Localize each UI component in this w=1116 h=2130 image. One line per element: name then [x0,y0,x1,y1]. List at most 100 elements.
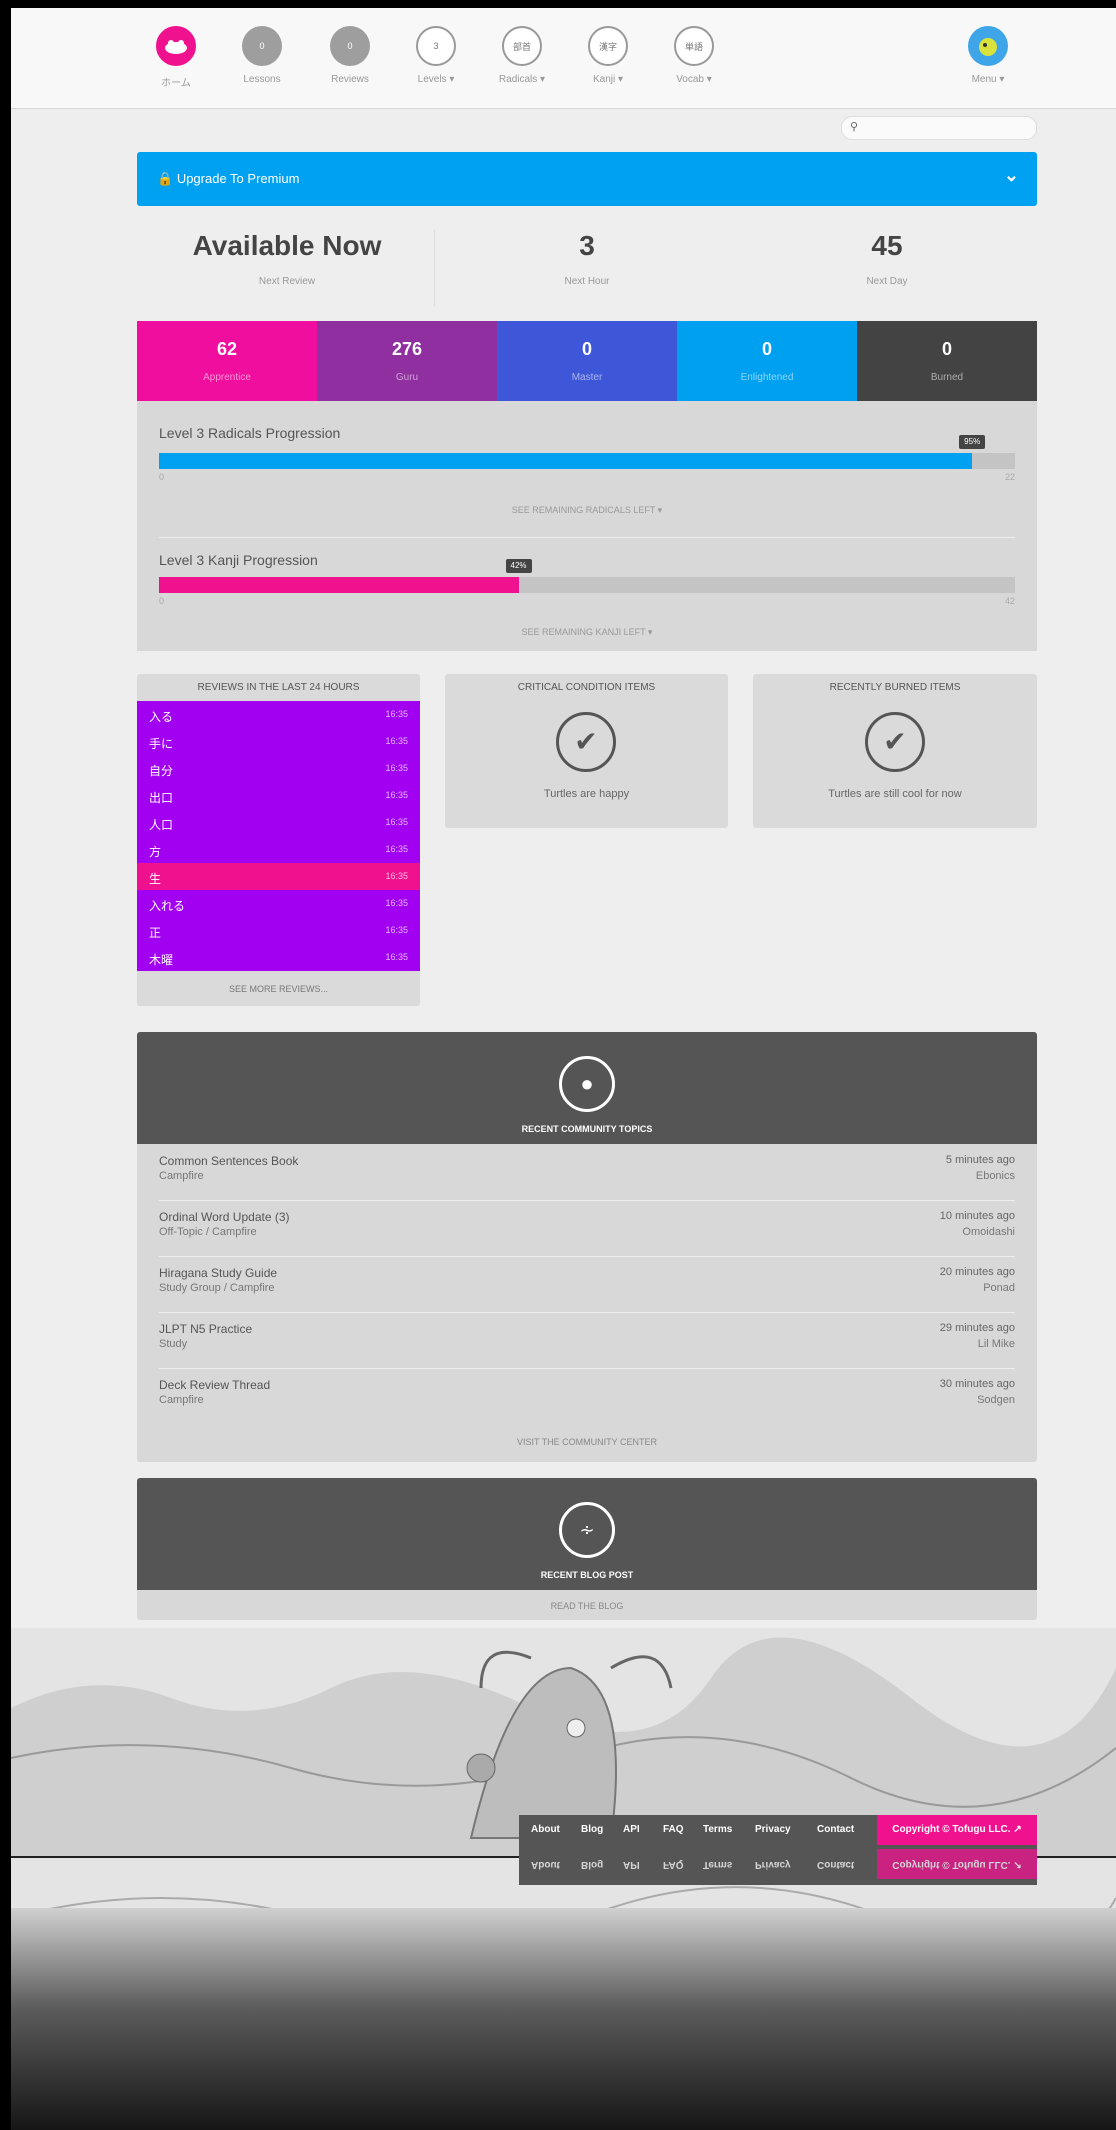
crabigator-logo-icon [156,26,196,66]
lock-icon: 🔒 [157,171,174,186]
see-remaining-kanji-link[interactable]: SEE REMAINING KANJI LEFT ▾ [137,627,1037,638]
review-row-time: 16:35 [385,763,408,773]
footer-link-privacy[interactable]: Privacy [755,1824,791,1835]
blog-header: ∻ RECENT BLOG POST [137,1478,1037,1590]
review-row[interactable]: 入れる 16:35 [137,890,420,917]
footer-link-contact[interactable]: Contact [817,1824,854,1835]
community-topic[interactable]: Hiragana Study Guide Study Group / Campf… [159,1256,1015,1313]
visit-community-link[interactable]: VISIT THE COMMUNITY CENTER [137,1437,1037,1447]
levels-icon: 3 [416,26,456,66]
review-row[interactable]: 人口 16:35 [137,809,420,836]
community-topic[interactable]: Deck Review Thread Campfire 30 minutes a… [159,1368,1015,1424]
topic-title[interactable]: Deck Review Thread [159,1378,270,1392]
footer-reflection-blog: Blog [581,1859,604,1870]
footer-link-faq[interactable]: FAQ [663,1824,684,1835]
review-row-time: 16:35 [385,898,408,908]
topic-title[interactable]: JLPT N5 Practice [159,1322,252,1336]
nav-radicals[interactable]: 部首 Radicals ▾ [482,26,562,85]
topic-user: Lil Mike [977,1338,1015,1350]
community-topic[interactable]: Common Sentences Book Campfire 5 minutes… [159,1144,1015,1201]
community-topic[interactable]: JLPT N5 Practice Study 29 minutes ago Li… [159,1312,1015,1369]
srs-enlightened[interactable]: 0 Enlightened [677,321,857,401]
search-input[interactable]: ⚲ [841,116,1037,140]
kanji-progress-title: Level 3 Kanji Progression [159,552,318,568]
srs-guru-label: Guru [395,372,419,383]
footer-links: About Blog API FAQ Terms Privacy Contact… [519,1815,1037,1845]
progress-divider [159,537,1015,538]
footer-link-api[interactable]: API [623,1824,640,1835]
critical-items-message: Turtles are happy [543,788,630,800]
review-row-chars: 出口 [149,791,174,805]
burned-items-panel: RECENTLY BURNED ITEMS ✔ Turtles are stil… [753,674,1037,828]
review-row[interactable]: 方 16:35 [137,836,420,863]
footer-link-blog[interactable]: Blog [581,1824,603,1835]
see-remaining-radicals-link[interactable]: SEE REMAINING RADICALS LEFT ▾ [137,505,1037,516]
topic-title[interactable]: Common Sentences Book [159,1154,298,1168]
review-row[interactable]: 出口 16:35 [137,782,420,809]
radicals-progress-track: 95% [159,435,1015,469]
footer-link-about[interactable]: About [531,1824,560,1835]
review-row[interactable]: 手に 16:35 [137,728,420,755]
community-topic[interactable]: Ordinal Word Update (3) Off-Topic / Camp… [159,1200,1015,1257]
blog-panel: ∻ RECENT BLOG POST READ THE BLOG [137,1478,1037,1620]
radicals-progress-min: 0 [159,472,165,482]
topic-title[interactable]: Ordinal Word Update (3) [159,1210,290,1224]
review-row[interactable]: 入る 16:35 [137,701,420,728]
topic-category: Campfire [159,1394,204,1406]
chevron-down-icon[interactable]: ⌄ [1004,165,1019,186]
search-icon: ⚲ [850,121,859,133]
community-header: ● RECENT COMMUNITY TOPICS [137,1032,1037,1144]
srs-guru[interactable]: 276 Guru [317,321,497,401]
review-row[interactable]: 正 16:35 [137,917,420,944]
upgrade-label: 🔒 Upgrade To Premium [157,171,300,186]
nav-reviews[interactable]: 0 Reviews [310,26,390,85]
stat-divider [434,230,435,306]
review-row[interactable]: 自分 16:35 [137,755,420,782]
review-row-highlighted[interactable]: 生 16:35 [137,863,420,890]
nav-levels-label: Levels ▾ [417,74,455,85]
kanji-icon: 漢字 [588,26,628,66]
review-row-time: 16:35 [385,871,408,881]
lessons-count-icon: 0 [242,26,282,66]
topic-user: Ponad [983,1282,1015,1294]
radical-icon: 部首 [502,26,542,66]
nav-vocab[interactable]: 単語 Vocab ▾ [654,26,734,85]
next-day-label: Next Day [866,276,908,287]
review-row-chars: 正 [149,926,162,940]
radicals-progress-tag: 95% [959,435,986,449]
footer-link-terms[interactable]: Terms [703,1824,732,1835]
next-review-value: Available Now [192,230,382,261]
review-row-chars: 手に [149,737,174,751]
review-row-time: 16:35 [385,790,408,800]
srs-master[interactable]: 0 Master [497,321,677,401]
upgrade-banner[interactable]: 🔒 Upgrade To Premium ⌄ [137,152,1037,206]
review-row-chars: 自分 [149,764,174,778]
review-row-chars: 入る [149,710,174,724]
nav-dashboard-logo[interactable]: ホーム [136,26,216,89]
see-more-reviews-link[interactable]: SEE MORE REVIEWS... [137,984,420,994]
nav-levels[interactable]: 3 Levels ▾ [396,26,476,85]
review-row[interactable]: 木曜 16:35 [137,944,420,971]
critical-items-title: CRITICAL CONDITION ITEMS [517,682,656,693]
topic-category: Study [159,1338,188,1350]
footer-reflection-privacy: Privacy [755,1859,791,1870]
srs-apprentice-label: Apprentice [203,372,251,383]
nav-menu[interactable]: Menu ▾ [948,26,1028,85]
read-blog-link[interactable]: READ THE BLOG [137,1601,1037,1611]
footer-reflection-terms: Terms [703,1859,733,1870]
srs-burned[interactable]: 0 Burned [857,321,1037,401]
footer-copyright[interactable]: Copyright © Tofugu LLC. ↗ [877,1815,1037,1845]
srs-master-count: 0 [581,339,592,359]
topic-title[interactable]: Hiragana Study Guide [159,1266,277,1280]
review-row-chars: 木曜 [149,953,174,967]
reviews-count-icon: 0 [330,26,370,66]
nav-menu-label: Menu ▾ [971,74,1005,85]
check-circle-icon: ✔ [865,712,925,772]
srs-apprentice[interactable]: 62 Apprentice [137,321,317,401]
recent-reviews-title: REVIEWS IN THE LAST 24 HOURS [197,682,360,693]
top-nav: ホーム 0 Lessons 0 Reviews 3 Levels ▾ 部首 Ra… [11,8,1116,109]
nav-lessons-label: Lessons [243,74,281,85]
nav-lessons[interactable]: 0 Lessons [222,26,302,85]
review-row-time: 16:35 [385,844,408,854]
nav-kanji[interactable]: 漢字 Kanji ▾ [568,26,648,85]
